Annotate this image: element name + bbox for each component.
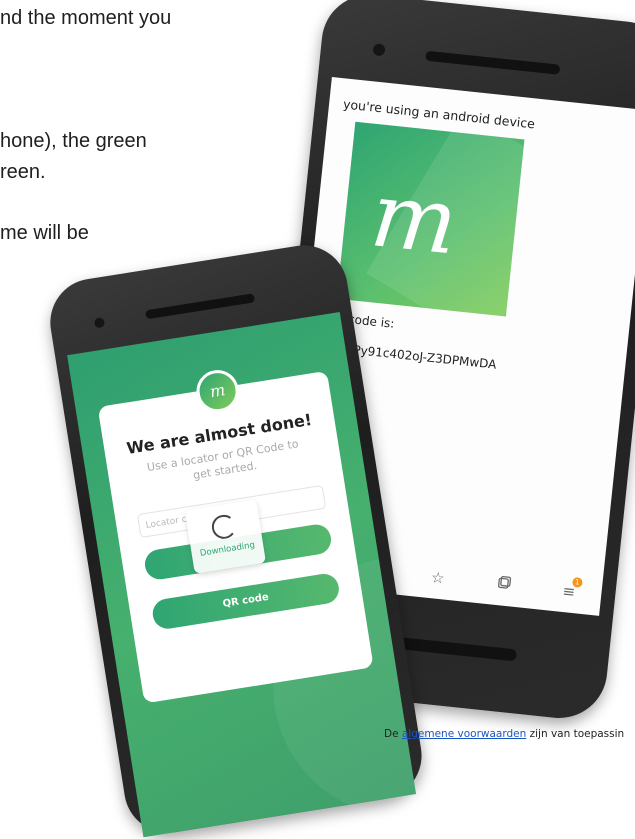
tabs-icon[interactable] xyxy=(496,575,512,594)
app-logo-small: m xyxy=(193,367,242,416)
logo-glyph: m xyxy=(366,162,463,276)
spinner-icon xyxy=(210,513,238,541)
onboarding-card: m We are almost done! Use a locator or Q… xyxy=(97,367,374,704)
star-icon[interactable]: ☆ xyxy=(430,568,445,587)
footer-prefix: De xyxy=(384,728,402,740)
footer-note: De algemene voorwaarden zijn van toepass… xyxy=(384,728,624,740)
downloading-label: Downloading xyxy=(199,540,256,559)
doc-text-line-2: hone), the green xyxy=(0,130,147,152)
doc-text-line-4: me will be xyxy=(0,222,89,244)
menu-icon[interactable]: ≡ 1 xyxy=(562,576,583,601)
qr-code-button[interactable]: QR code xyxy=(150,571,341,631)
notification-badge: 1 xyxy=(571,576,583,588)
terms-link[interactable]: algemene voorwaarden xyxy=(402,728,526,740)
downloading-overlay: Downloading xyxy=(184,499,267,574)
app-logo: m xyxy=(336,121,525,317)
doc-text-line-3: reen. xyxy=(0,161,46,183)
footer-suffix: zijn van toepassin xyxy=(526,728,625,740)
doc-text-line-1: nd the moment you xyxy=(0,7,172,29)
